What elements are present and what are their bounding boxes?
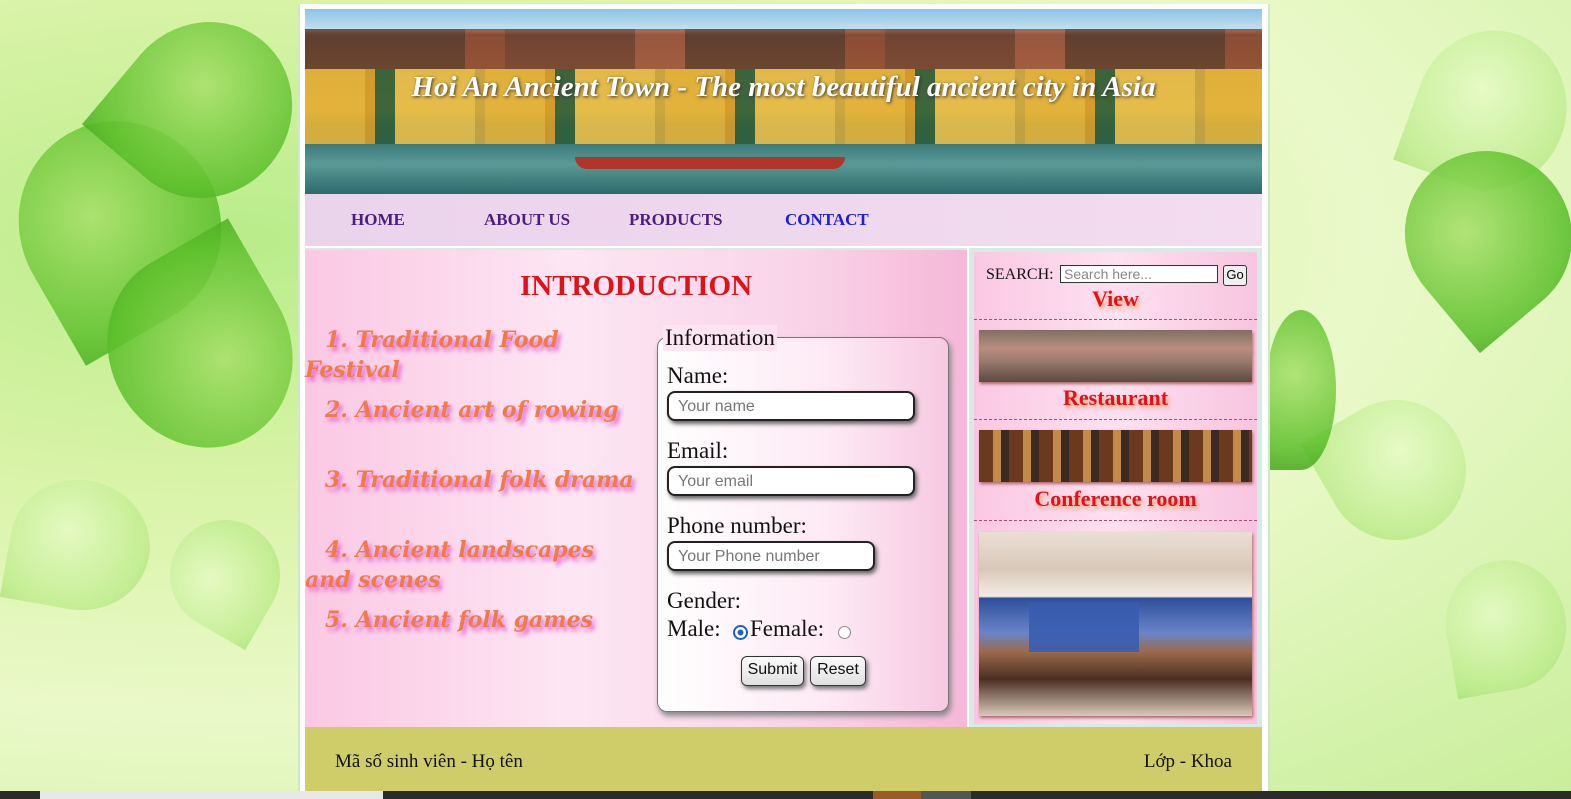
taskbar-strip (0, 791, 1571, 799)
female-radio[interactable] (838, 626, 851, 639)
name-input[interactable]: Your name (667, 391, 915, 421)
page-container: Hoi An Ancient Town - The most beautiful… (298, 4, 1270, 799)
female-label: Female: (750, 616, 825, 641)
caption-view: View (1092, 286, 1139, 311)
search-go-button[interactable]: Go (1223, 265, 1247, 286)
header-banner: Hoi An Ancient Town - The most beautiful… (305, 9, 1262, 194)
gender-label: Gender: (667, 588, 742, 613)
name-label: Name: (667, 363, 729, 388)
banner-image-river (305, 144, 1262, 194)
banner-image-boat (575, 157, 845, 169)
phone-input[interactable]: Your Phone number (667, 541, 875, 571)
sidebar-divider (974, 419, 1257, 420)
intro-item-4: 4. Ancient landscapes and scenes (305, 537, 595, 593)
nav-home[interactable]: HOME (351, 210, 405, 230)
intro-item-3: 3. Traditional folk drama (325, 467, 634, 493)
conference-room-image[interactable] (979, 532, 1252, 716)
banner-title: Hoi An Ancient Town - The most beautiful… (411, 71, 1156, 103)
reset-button[interactable]: Reset (810, 656, 866, 686)
banner-image-roofs (305, 29, 1262, 69)
main-nav: HOME ABOUT US PRODUCTS CONTACT (305, 194, 1262, 246)
male-label: Male: (667, 616, 721, 641)
restaurant-image[interactable] (979, 430, 1252, 482)
sidebar-divider (974, 520, 1257, 521)
background-right (1266, 0, 1571, 799)
caption-restaurant: Restaurant (1062, 385, 1169, 410)
conference-banner (1029, 602, 1139, 652)
sidebar-panel: SEARCH: Search here... Go View Restauran… (974, 252, 1257, 724)
main-content: INTRODUCTION 1. Traditional Food Festiva… (305, 248, 967, 729)
intro-item-5: 5. Ancient folk games (325, 607, 593, 633)
info-form-legend: Information (663, 325, 777, 351)
intro-item-2: 2. Ancient art of rowing (325, 397, 619, 423)
email-label: Email: (667, 438, 729, 463)
caption-conference-room: Conference room (1034, 486, 1197, 511)
view-image[interactable] (979, 330, 1252, 382)
footer-class-info: Lớp - Khoa (1143, 751, 1232, 772)
male-radio[interactable] (733, 625, 748, 640)
sidebar: SEARCH: Search here... Go View Restauran… (969, 248, 1262, 727)
submit-button[interactable]: Submit (741, 656, 804, 686)
intro-title: INTRODUCTION (519, 270, 753, 302)
footer-student-info: Mã số sinh viên - Họ tên (335, 751, 523, 772)
intro-item-1: 1. Traditional Food Festival (305, 327, 559, 383)
background-left (0, 0, 300, 799)
nav-products[interactable]: PRODUCTS (629, 210, 723, 230)
nav-about-us[interactable]: ABOUT US (484, 210, 570, 230)
email-input[interactable]: Your email (667, 466, 915, 496)
search-input[interactable]: Search here... (1060, 265, 1218, 283)
nav-contact[interactable]: CONTACT (785, 210, 869, 230)
footer: Mã số sinh viên - Họ tên Lớp - Khoa (305, 727, 1262, 799)
sidebar-divider (974, 319, 1257, 320)
phone-label: Phone number: (667, 513, 807, 538)
search-label: SEARCH: (986, 266, 1054, 283)
